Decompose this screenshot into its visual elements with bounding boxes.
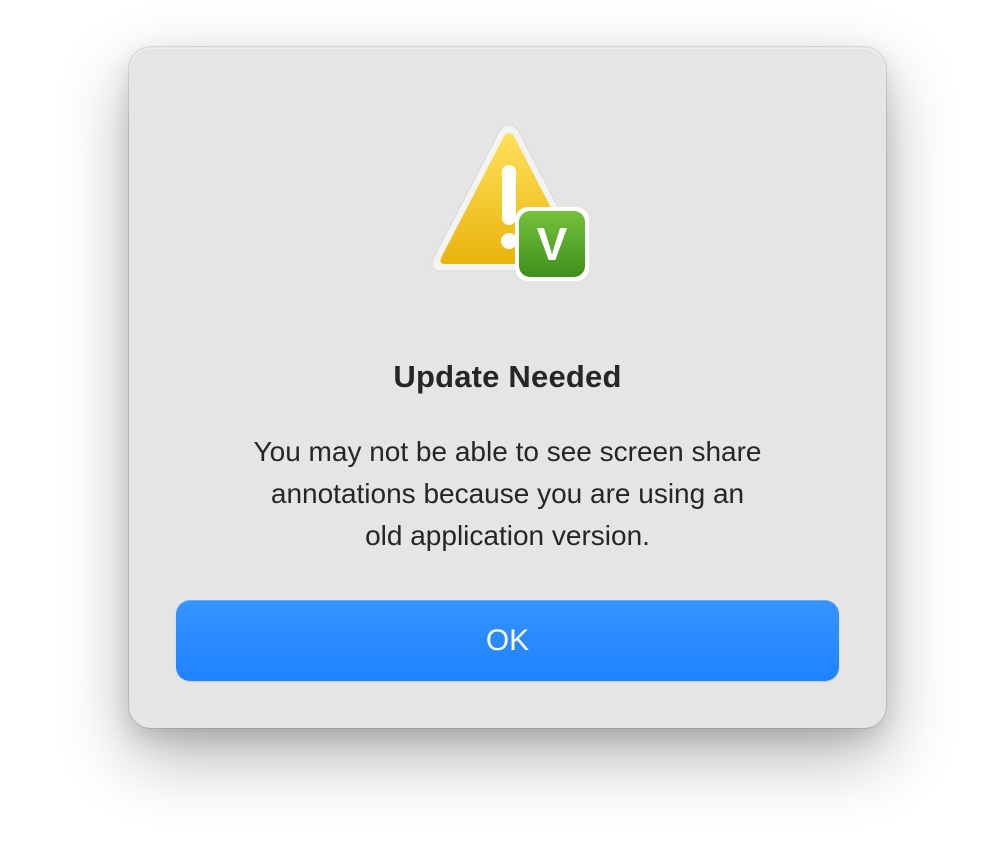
message-line: You may not be able to see screen share (253, 436, 762, 467)
message-line: annotations because you are using an (270, 478, 745, 509)
alert-dialog: V Update Needed You may not be able to s… (129, 47, 886, 728)
dialog-title: Update Needed (393, 359, 622, 394)
badge-letter: V (536, 218, 568, 270)
ok-button[interactable]: OK (176, 600, 839, 681)
warning-icon: V (419, 119, 599, 289)
message-line: old application version. (365, 520, 650, 551)
dialog-message: You may not be able to see screen share … (169, 431, 846, 557)
